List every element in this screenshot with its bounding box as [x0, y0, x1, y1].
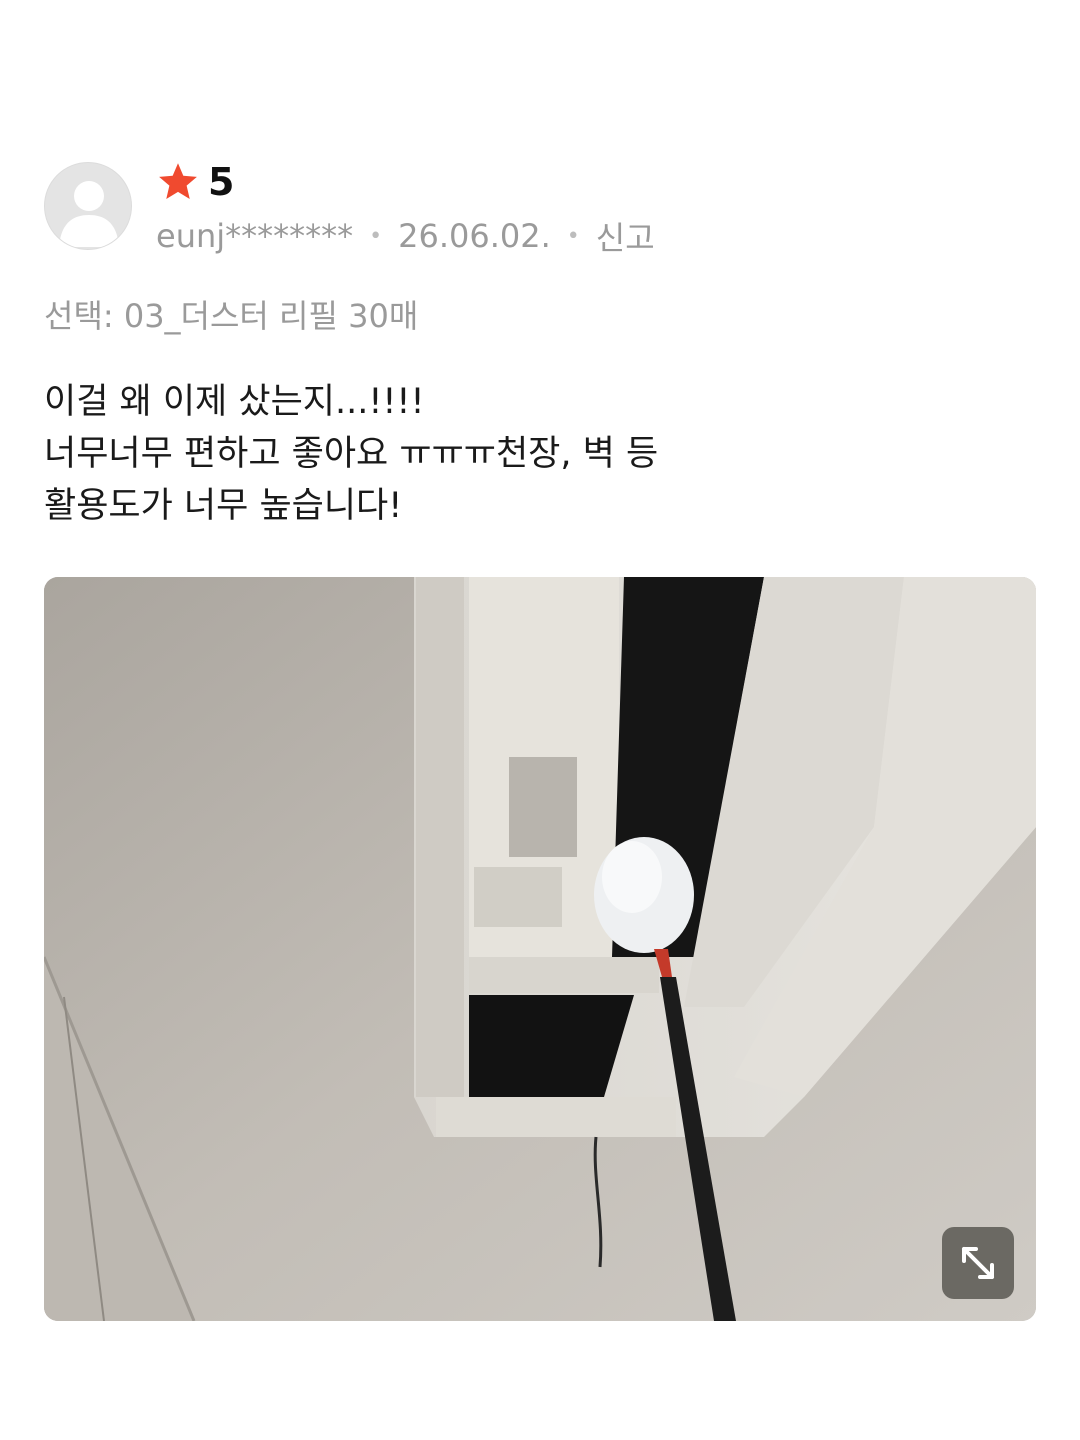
star-icon	[159, 163, 197, 200]
report-button[interactable]: 신고	[596, 213, 655, 259]
review-photo[interactable]	[44, 577, 1036, 1321]
expand-arrows-icon	[962, 1247, 994, 1279]
rating-score: 5	[208, 160, 235, 204]
author-name: eunj********	[156, 217, 354, 255]
review-body-line: 활용도가 너무 높습니다!	[44, 486, 403, 526]
rating: 5	[156, 160, 234, 204]
separator-dot: •	[369, 223, 383, 249]
selected-option: 선택: 03_더스터 리필 30매	[44, 297, 419, 335]
photo-ceiling-aircon	[44, 577, 1036, 1321]
review-date: 26.06.02.	[398, 217, 551, 255]
review-body-line: 이걸 왜 이제 샀는지...!!!!	[44, 382, 425, 422]
review-body: 이걸 왜 이제 샀는지...!!!! 너무너무 편하고 좋아요 ㅠㅠㅠ천장, 벽…	[44, 376, 658, 532]
person-silhouette-icon	[59, 181, 119, 247]
review-body-line: 너무너무 편하고 좋아요 ㅠㅠㅠ천장, 벽 등	[44, 434, 659, 474]
review-card: 5 eunj******** • 26.06.02. • 신고 선택: 03_더…	[0, 0, 1080, 1440]
review-meta: eunj******** • 26.06.02. • 신고	[156, 214, 655, 258]
separator-dot: •	[566, 223, 580, 249]
expand-button[interactable]	[942, 1227, 1014, 1299]
avatar[interactable]	[44, 162, 132, 250]
